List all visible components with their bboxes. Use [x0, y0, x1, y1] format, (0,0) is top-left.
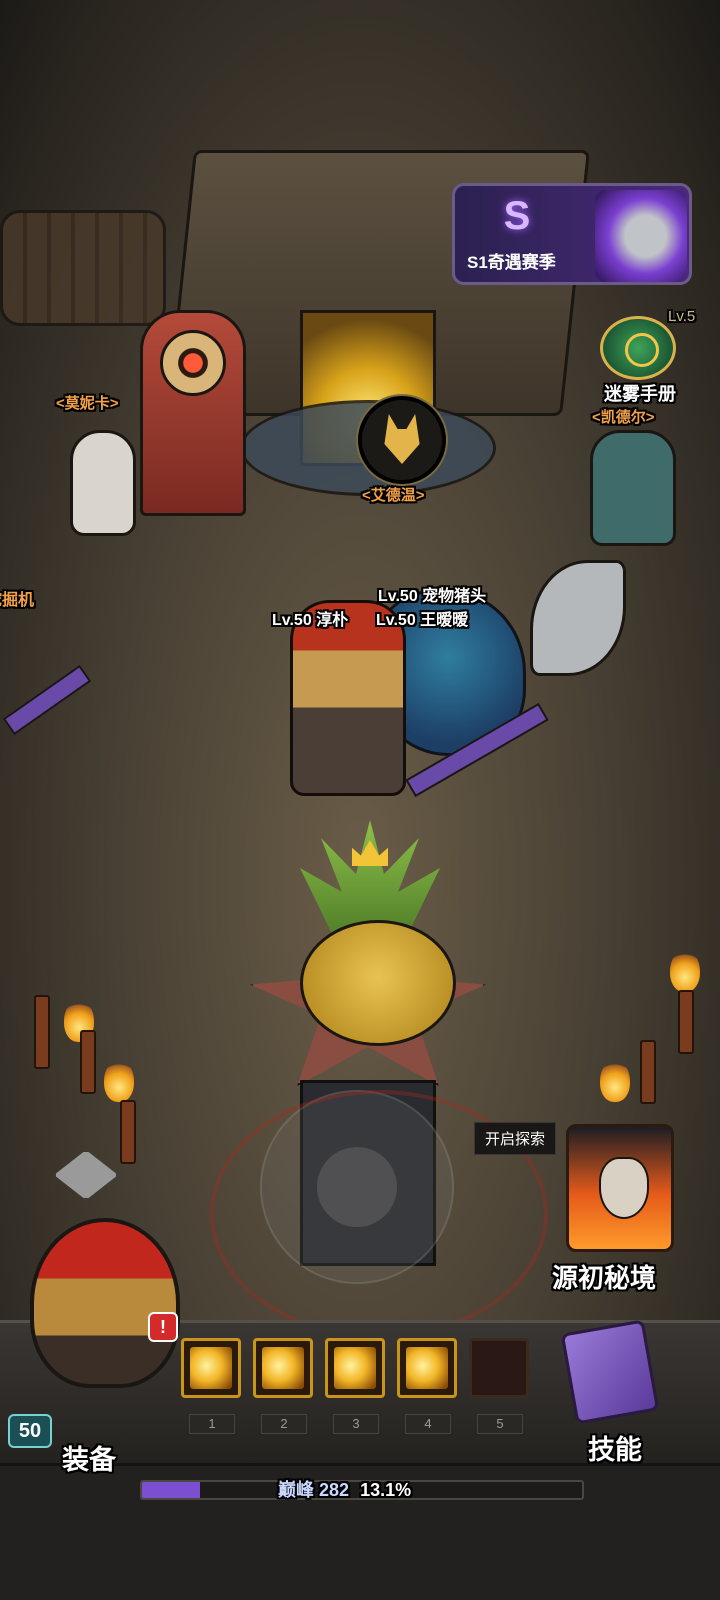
explore-label[interactable]: 源初秘境 [552, 1258, 656, 1295]
slot-number: 2 [261, 1414, 307, 1434]
torch-flame [600, 1060, 630, 1102]
progress-label: 巅峰 [278, 1480, 314, 1500]
progress-value: 282 [319, 1480, 350, 1500]
slot-number: 4 [405, 1414, 451, 1434]
hero-portrait-icon[interactable] [30, 1218, 180, 1388]
skill-slot-3[interactable] [325, 1338, 385, 1398]
purple-sword-left [2, 664, 92, 736]
axe-weapon [530, 560, 626, 676]
progress-text: 巅峰 282 13.1% [278, 1476, 411, 1502]
fog-manual-label[interactable]: 迷雾手册 [604, 380, 676, 406]
npc-kaidel-figure[interactable] [590, 430, 676, 546]
fog-manual-level: Lv.5 [668, 308, 696, 325]
torch-post [678, 990, 694, 1054]
npc-name-kaidel: <凯德尔> [592, 409, 655, 426]
knight-helmet-icon [595, 190, 687, 282]
torch-post [34, 995, 50, 1069]
torch-post [120, 1100, 136, 1164]
season-s-icon: S [503, 194, 531, 238]
torch-flame [104, 1060, 134, 1102]
npc-monica-figure[interactable] [70, 430, 136, 536]
torch-post [80, 1030, 96, 1094]
demon-skull-gate-icon[interactable] [566, 1124, 674, 1252]
skill-slot-5-empty[interactable] [469, 1338, 529, 1398]
progress-fill [142, 1482, 200, 1498]
player2-name-label: Lv.50 王暧暧 [376, 612, 469, 629]
torch-flame [670, 950, 700, 992]
explore-tooltip: 开启探索 [474, 1122, 557, 1155]
wolf-portrait-icon[interactable] [358, 396, 446, 484]
fog-manual-icon[interactable] [600, 316, 676, 380]
skill-slot-2[interactable] [253, 1338, 313, 1398]
skill-book-icon[interactable] [560, 1319, 660, 1425]
progress-percent: 13.1% [360, 1480, 412, 1500]
skill-slot-4[interactable] [397, 1338, 457, 1398]
torch-post [640, 1040, 656, 1104]
pet-name-label: Lv.50 宠物猪头 [378, 588, 487, 605]
barrels [0, 210, 166, 326]
slot-number: 5 [477, 1414, 523, 1434]
equip-label[interactable]: 装备 [62, 1438, 116, 1477]
slot-number: 3 [333, 1414, 379, 1434]
npc-name-digger: 挖掘机 [0, 592, 35, 609]
crown-icon [352, 840, 388, 866]
npc-name-monica: <莫妮卡> [56, 395, 119, 412]
player-level-badge: 50 [8, 1414, 52, 1448]
notification-badge: ! [148, 1312, 178, 1342]
player1-name-label: Lv.50 淳朴 [272, 612, 349, 629]
pineapple-body[interactable] [300, 920, 456, 1046]
season-banner[interactable]: S S1奇遇赛季 [452, 183, 692, 285]
skill-slot-1[interactable] [181, 1338, 241, 1398]
slot-number: 1 [189, 1414, 235, 1434]
season-label: S1奇遇赛季 [467, 253, 556, 272]
npc-name-edwin: <艾德温> [362, 487, 425, 504]
shrine-eye [160, 330, 226, 396]
skills-label[interactable]: 技能 [588, 1428, 642, 1467]
